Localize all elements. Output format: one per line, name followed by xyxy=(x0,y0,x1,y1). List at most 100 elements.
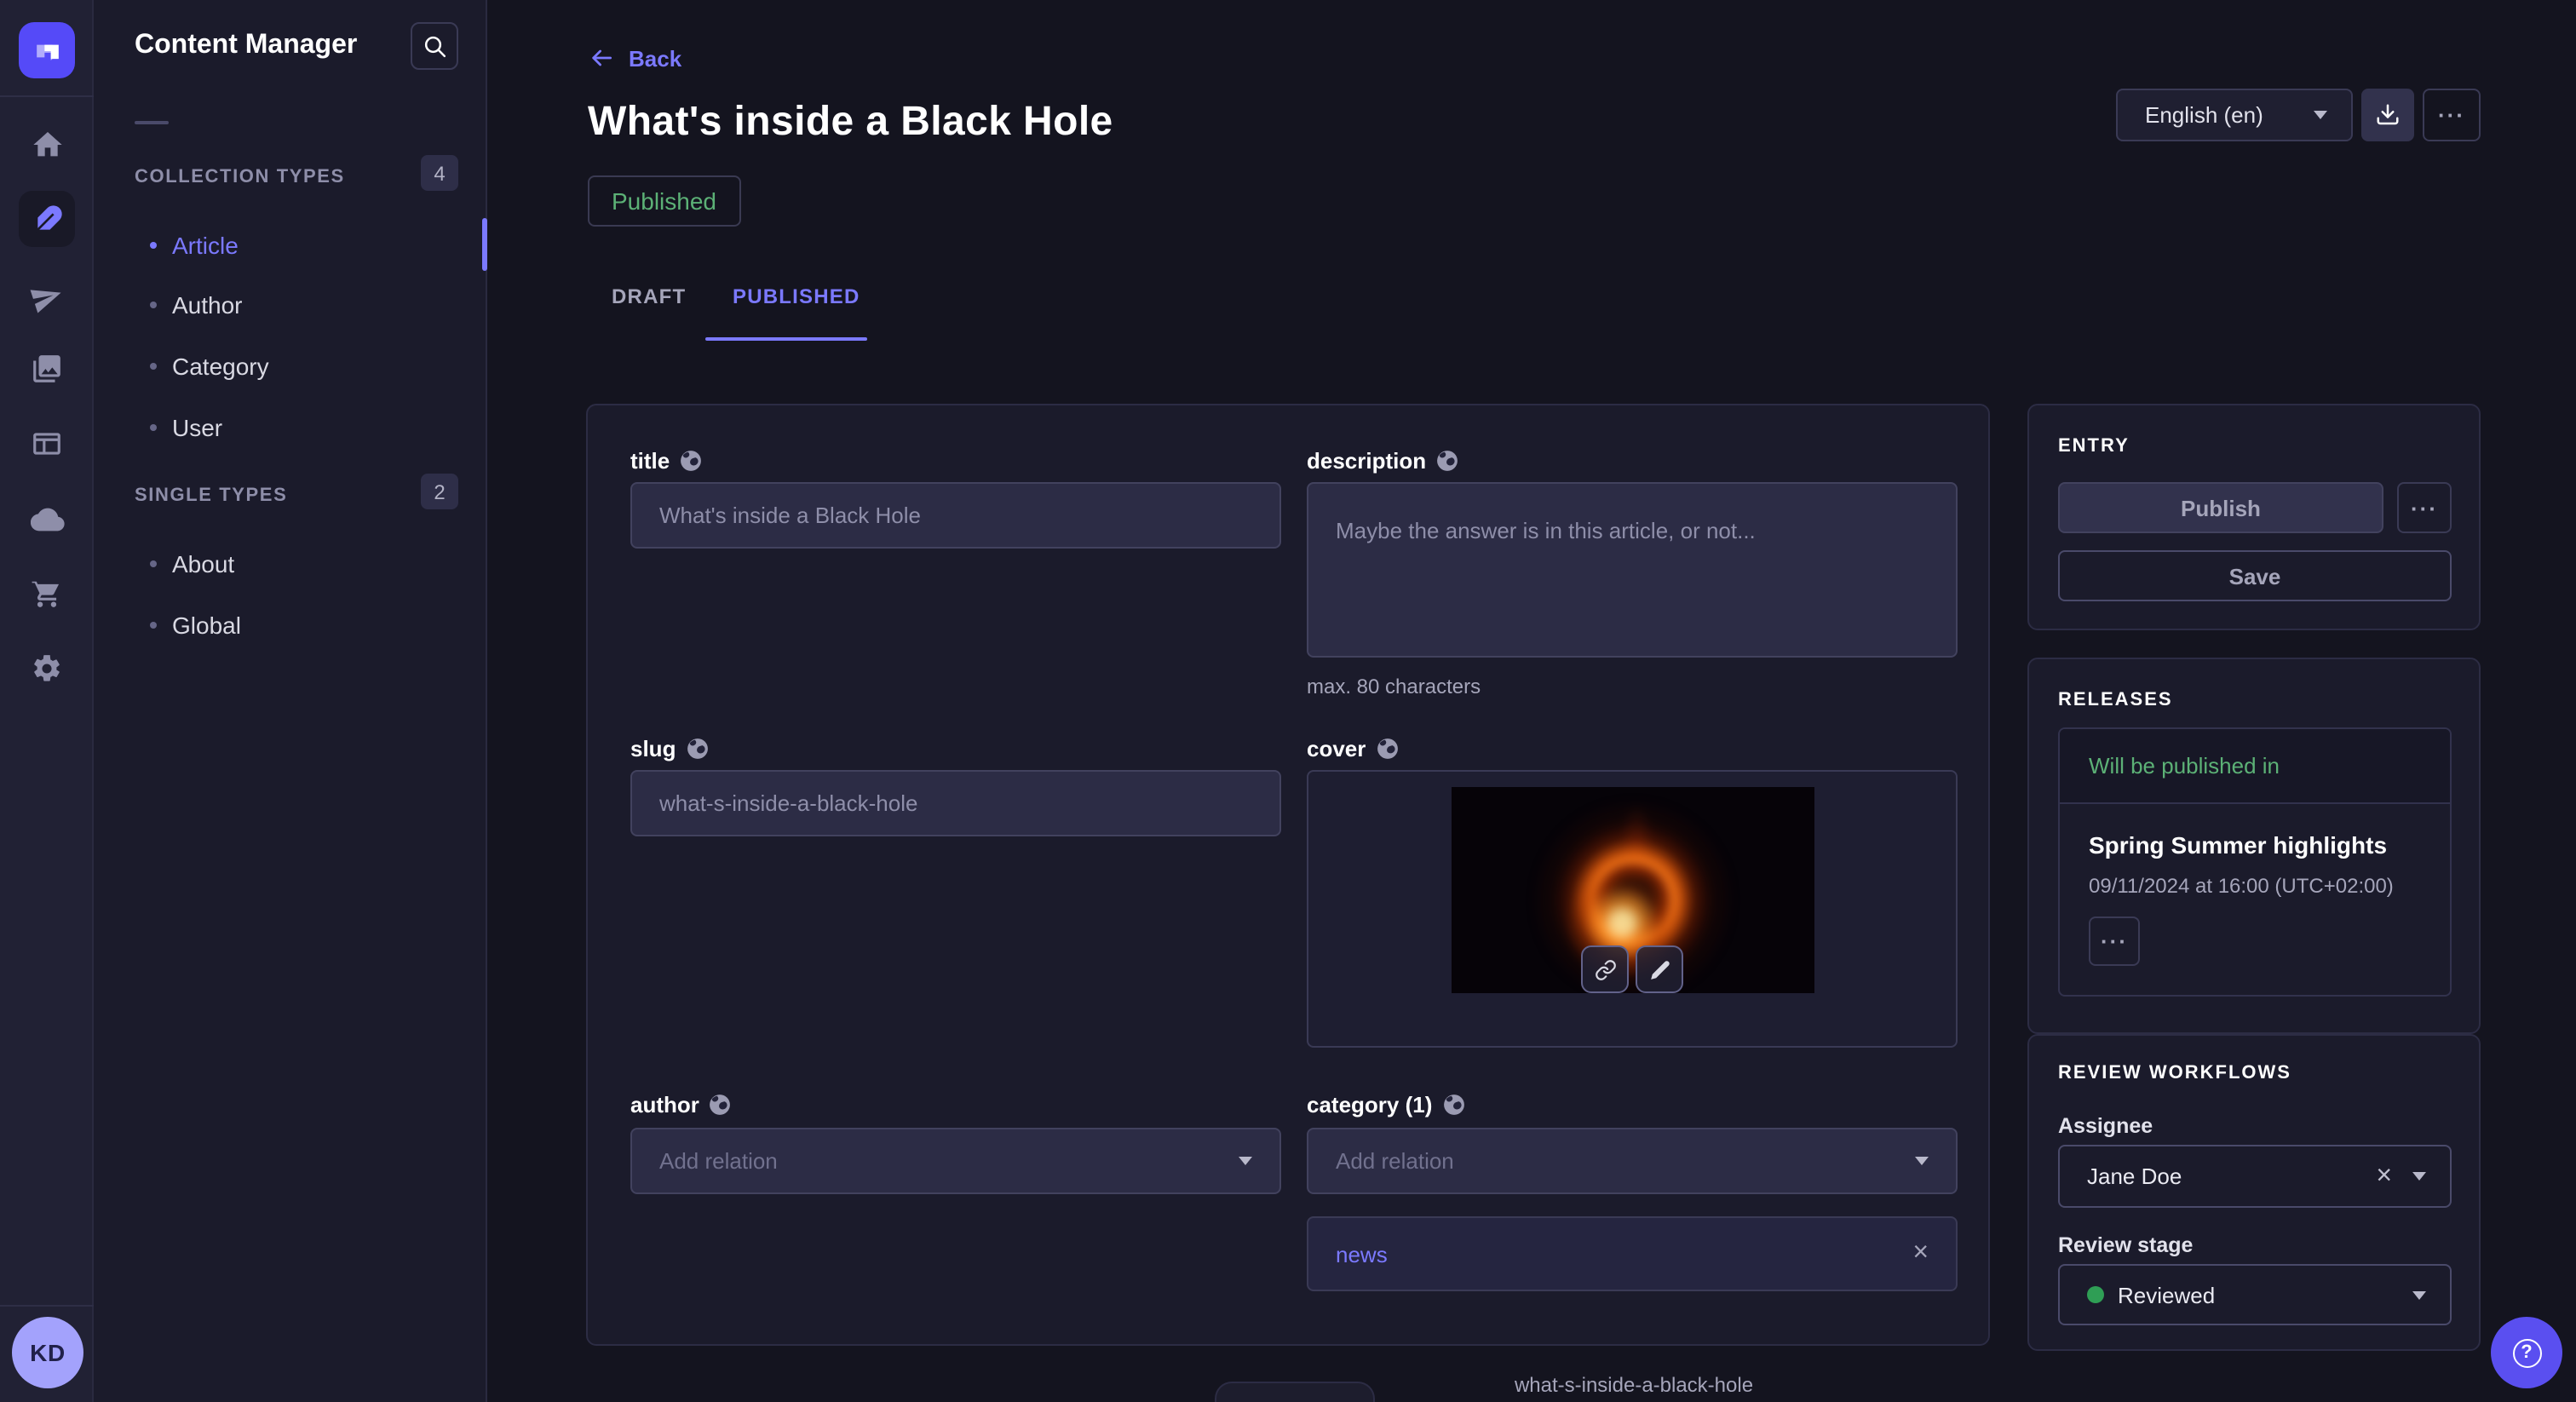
publish-label: Publish xyxy=(2181,495,2261,520)
help-button[interactable]: ? xyxy=(2491,1317,2562,1388)
field-label-slug: slug xyxy=(630,736,708,761)
release-card: Will be published in Spring Summer highl… xyxy=(2058,727,2452,997)
more-icon: ··· xyxy=(2101,928,2128,954)
chevron-down-icon xyxy=(1239,1157,1252,1165)
bullet-icon xyxy=(150,423,157,430)
sidebar-item-article[interactable]: Article xyxy=(94,216,487,273)
sidebar-item-global[interactable]: Global xyxy=(94,596,487,652)
sidebar-item-category[interactable]: Category xyxy=(94,337,487,394)
search-button[interactable] xyxy=(411,22,458,70)
more-icon: ··· xyxy=(2438,102,2465,128)
avatar-initials: KD xyxy=(30,1339,66,1366)
cart-icon xyxy=(31,577,63,609)
field-label-cover: cover xyxy=(1307,736,1398,761)
release-title[interactable]: Spring Summer highlights xyxy=(2089,831,2387,859)
question-mark-icon: ? xyxy=(2512,1338,2541,1367)
globe-icon xyxy=(1442,1094,1464,1116)
app-window: KD Content Manager COLLECTION TYPES 4 Ar… xyxy=(0,0,2576,1402)
tab-draft[interactable]: DRAFT xyxy=(612,284,686,308)
review-workflows-panel: REVIEW WORKFLOWS Assignee Jane Doe × Rev… xyxy=(2027,1034,2481,1351)
cover-actions xyxy=(1581,945,1683,993)
nav-media-library[interactable] xyxy=(0,339,94,397)
field-label-text: description xyxy=(1307,448,1426,474)
entry-more-button[interactable]: ··· xyxy=(2397,482,2452,533)
review-stage-label: Review stage xyxy=(2058,1233,2193,1257)
release-more-button[interactable]: ··· xyxy=(2089,916,2140,966)
bullet-icon xyxy=(150,241,157,248)
bullet-icon xyxy=(150,560,157,566)
globe-icon xyxy=(710,1094,732,1116)
export-button[interactable] xyxy=(2361,89,2414,141)
remove-relation-icon[interactable]: × xyxy=(1912,1240,1929,1267)
user-avatar[interactable]: KD xyxy=(12,1317,83,1388)
strapi-logo-icon xyxy=(28,32,66,69)
nav-settings[interactable] xyxy=(0,639,94,697)
clear-assignee-icon[interactable]: × xyxy=(2376,1163,2392,1190)
edit-form-card: title description Maybe the answer is in… xyxy=(586,404,1990,1346)
collection-types-count: 4 xyxy=(421,155,458,191)
download-icon xyxy=(2375,102,2401,128)
sidebar-item-label: Global xyxy=(172,611,241,638)
pencil-icon xyxy=(1648,958,1670,980)
sidebar-item-about[interactable]: About xyxy=(94,535,487,591)
tab-published[interactable]: PUBLISHED xyxy=(733,284,860,308)
back-link[interactable]: Back xyxy=(588,44,681,72)
layout-icon xyxy=(31,427,63,459)
images-icon xyxy=(31,352,63,384)
sidebar-item-label: Article xyxy=(172,231,239,258)
header-more-button[interactable]: ··· xyxy=(2423,89,2481,141)
cover-caption: what-s-inside-a-black-hole xyxy=(1308,1373,1959,1397)
author-relation-combobox[interactable]: Add relation xyxy=(630,1128,1281,1194)
field-label-category: category (1) xyxy=(1307,1092,1464,1118)
review-stage-value: Reviewed xyxy=(2118,1282,2412,1307)
nav-bottom-divider xyxy=(0,1305,94,1307)
active-item-indicator xyxy=(482,218,487,271)
main-nav: KD xyxy=(0,0,94,1402)
bottom-widget-peek xyxy=(1215,1382,1375,1402)
review-stage-combobox[interactable]: Reviewed xyxy=(2058,1264,2452,1325)
link-icon xyxy=(1594,958,1616,980)
content-manager-subnav: Content Manager COLLECTION TYPES 4 Artic… xyxy=(94,0,487,1402)
nav-home[interactable] xyxy=(0,116,94,174)
nav-marketplace[interactable] xyxy=(0,564,94,622)
nav-deploy[interactable] xyxy=(0,491,94,549)
status-badge: Published xyxy=(588,175,740,227)
bullet-icon xyxy=(150,362,157,369)
slug-input[interactable] xyxy=(630,770,1281,836)
entry-panel: ENTRY Publish ··· Save xyxy=(2027,404,2481,630)
edit-image-button[interactable] xyxy=(1636,945,1683,993)
release-status-header: Will be published in xyxy=(2060,729,2450,804)
locale-value: English (en) xyxy=(2145,102,2314,128)
nav-releases[interactable] xyxy=(0,267,94,325)
category-relation-combobox[interactable]: Add relation xyxy=(1307,1128,1958,1194)
strapi-logo[interactable] xyxy=(19,22,75,78)
save-button[interactable]: Save xyxy=(2058,550,2452,601)
locale-select[interactable]: English (en) xyxy=(2116,89,2353,141)
assignee-combobox[interactable]: Jane Doe × xyxy=(2058,1145,2452,1208)
back-arrow-icon xyxy=(588,44,615,72)
more-icon: ··· xyxy=(2411,495,2438,520)
nav-content-type-builder[interactable] xyxy=(0,414,94,472)
nav-divider xyxy=(0,95,94,97)
description-textarea[interactable]: Maybe the answer is in this article, or … xyxy=(1307,482,1958,658)
chevron-down-icon xyxy=(2412,1172,2426,1181)
back-label: Back xyxy=(629,45,681,71)
sidebar-item-user[interactable]: User xyxy=(94,399,487,455)
copy-link-button[interactable] xyxy=(1581,945,1629,993)
title-input[interactable] xyxy=(630,482,1281,549)
release-status: Will be published in xyxy=(2089,753,2280,779)
search-icon xyxy=(422,33,447,59)
relation-link-news[interactable]: news xyxy=(1336,1241,1912,1267)
bullet-icon xyxy=(150,621,157,628)
publish-button[interactable]: Publish xyxy=(2058,482,2383,533)
sidebar-item-author[interactable]: Author xyxy=(94,276,487,332)
subnav-divider xyxy=(135,121,169,124)
category-placeholder: Add relation xyxy=(1336,1148,1915,1174)
gear-icon xyxy=(31,652,63,684)
nav-content-manager[interactable] xyxy=(19,191,75,247)
release-date: 09/11/2024 at 16:00 (UTC+02:00) xyxy=(2089,874,2394,898)
bullet-icon xyxy=(150,301,157,307)
releases-panel: RELEASES Will be published in Spring Sum… xyxy=(2027,658,2481,1034)
cover-field: what-s-inside-a-black-hole xyxy=(1307,770,1958,1048)
field-label-text: category (1) xyxy=(1307,1092,1432,1118)
